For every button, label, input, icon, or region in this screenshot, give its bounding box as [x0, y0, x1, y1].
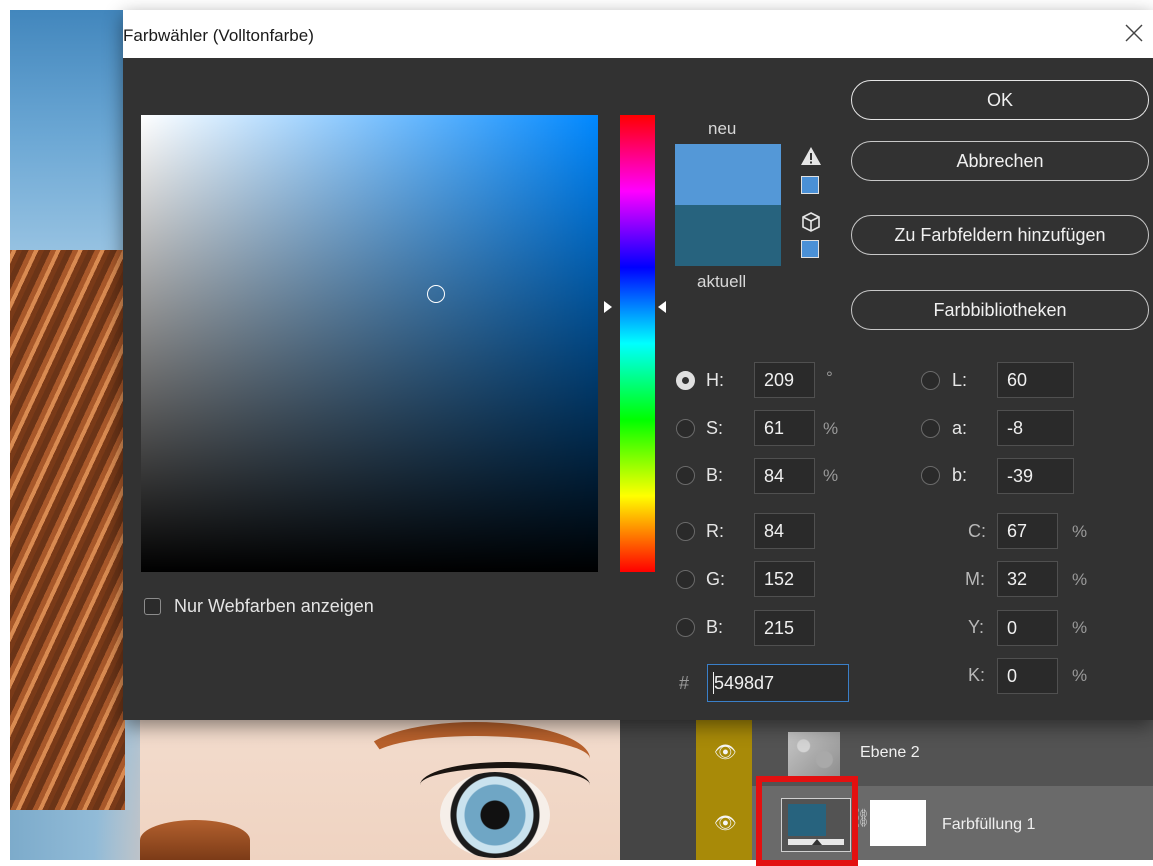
cyan-field[interactable]: 67	[997, 513, 1058, 549]
cancel-button[interactable]: Abbrechen	[851, 141, 1149, 181]
radio-lightness[interactable]	[921, 371, 940, 390]
radio-brightness[interactable]	[676, 466, 695, 485]
yellow-unit: %	[1072, 618, 1088, 637]
yellow-label: Y:	[968, 617, 985, 637]
layer-visibility-toggle[interactable]: 👁	[696, 720, 752, 786]
saturation-brightness-field[interactable]	[141, 115, 598, 572]
hue-slider[interactable]	[620, 115, 655, 572]
saturation-field[interactable]: 61	[754, 410, 815, 446]
color-picker-dialog: Farbwähler (Volltonfarbe) Nur Webfarben …	[123, 10, 1153, 720]
lab-a-field[interactable]: -8	[997, 410, 1074, 446]
brightness-label: B:	[706, 465, 724, 485]
hue-field[interactable]: 209	[754, 362, 815, 398]
layer-thumbnail	[788, 732, 840, 778]
black-field[interactable]: 0	[997, 658, 1058, 694]
magenta-unit: %	[1072, 570, 1088, 589]
current-color-swatch[interactable]	[675, 205, 781, 266]
cyan-label: C:	[968, 521, 986, 541]
radio-hue[interactable]	[676, 371, 695, 390]
ok-button[interactable]: OK	[851, 80, 1149, 120]
lab-l-field[interactable]: 60	[997, 362, 1074, 398]
layer-mask-thumbnail[interactable]	[870, 800, 926, 846]
hex-field[interactable]: 5498d7	[707, 664, 849, 702]
blue-field[interactable]: 215	[754, 610, 815, 646]
black-label: K:	[968, 665, 986, 685]
radio-green[interactable]	[676, 570, 695, 589]
canvas-hair-lower	[140, 820, 250, 860]
magenta-field[interactable]: 32	[997, 561, 1058, 597]
close-button[interactable]	[1119, 18, 1149, 48]
saturation-unit: %	[823, 419, 839, 438]
brightness-unit: %	[823, 466, 839, 485]
layer-visibility-toggle[interactable]: 👁	[696, 786, 752, 860]
color-libraries-button[interactable]: Farbbibliotheken	[851, 290, 1149, 330]
green-field[interactable]: 152	[754, 561, 815, 597]
highlight-annotation	[756, 776, 858, 866]
hex-prefix: #	[679, 673, 690, 693]
web-colors-checkbox[interactable]	[144, 598, 161, 615]
hue-slider-arrow-left-icon[interactable]	[604, 301, 612, 313]
lab-a-label: a:	[952, 418, 968, 438]
web-safe-swatch[interactable]	[801, 240, 819, 258]
canvas-hair	[0, 250, 125, 810]
radio-red[interactable]	[676, 522, 695, 541]
hue-unit: °	[826, 368, 833, 387]
radio-blue[interactable]	[676, 618, 695, 637]
blue-label: B:	[706, 617, 724, 637]
lab-b-label: b:	[952, 465, 968, 485]
black-unit: %	[1072, 666, 1088, 685]
layer-name: Ebene 2	[860, 744, 920, 761]
close-icon	[1125, 24, 1143, 42]
brightness-field[interactable]: 84	[754, 458, 815, 494]
lab-b-field[interactable]: -39	[997, 458, 1074, 494]
cyan-unit: %	[1072, 522, 1088, 541]
dialog-titlebar: Farbwähler (Volltonfarbe)	[123, 10, 1153, 58]
color-field-cursor[interactable]	[427, 285, 445, 303]
web-colors-label: Nur Webfarben anzeigen	[174, 596, 374, 616]
canvas-eye	[440, 772, 550, 858]
radio-lab-b[interactable]	[921, 466, 940, 485]
red-label: R:	[706, 521, 724, 541]
hue-slider-arrow-right-icon[interactable]	[658, 301, 666, 313]
eye-icon: 👁	[714, 742, 737, 762]
new-color-label: neu	[708, 119, 737, 138]
add-to-swatches-button[interactable]: Zu Farbfeldern hinzufügen	[851, 215, 1149, 255]
green-label: G:	[706, 569, 726, 589]
current-color-label: aktuell	[697, 272, 747, 291]
red-field[interactable]: 84	[754, 513, 815, 549]
radio-saturation[interactable]	[676, 419, 695, 438]
cube-icon[interactable]	[802, 212, 820, 232]
text-caret	[713, 672, 714, 694]
layers-panel-gutter	[620, 710, 696, 860]
saturation-label: S:	[706, 418, 724, 438]
layer-name: Farbfüllung 1	[942, 816, 1036, 833]
lab-l-label: L:	[952, 370, 968, 390]
hue-label: H:	[706, 370, 724, 390]
dialog-title: Farbwähler (Volltonfarbe)	[123, 26, 314, 45]
window-top-edge	[0, 0, 1153, 10]
radio-lab-a[interactable]	[921, 419, 940, 438]
canvas-edge	[0, 0, 10, 860]
yellow-field[interactable]: 0	[997, 610, 1058, 646]
warning-icon[interactable]	[800, 146, 822, 166]
eye-icon: 👁	[714, 813, 737, 833]
magenta-label: M:	[965, 569, 985, 589]
gamut-correction-swatch[interactable]	[801, 176, 819, 194]
new-color-swatch	[675, 144, 781, 205]
